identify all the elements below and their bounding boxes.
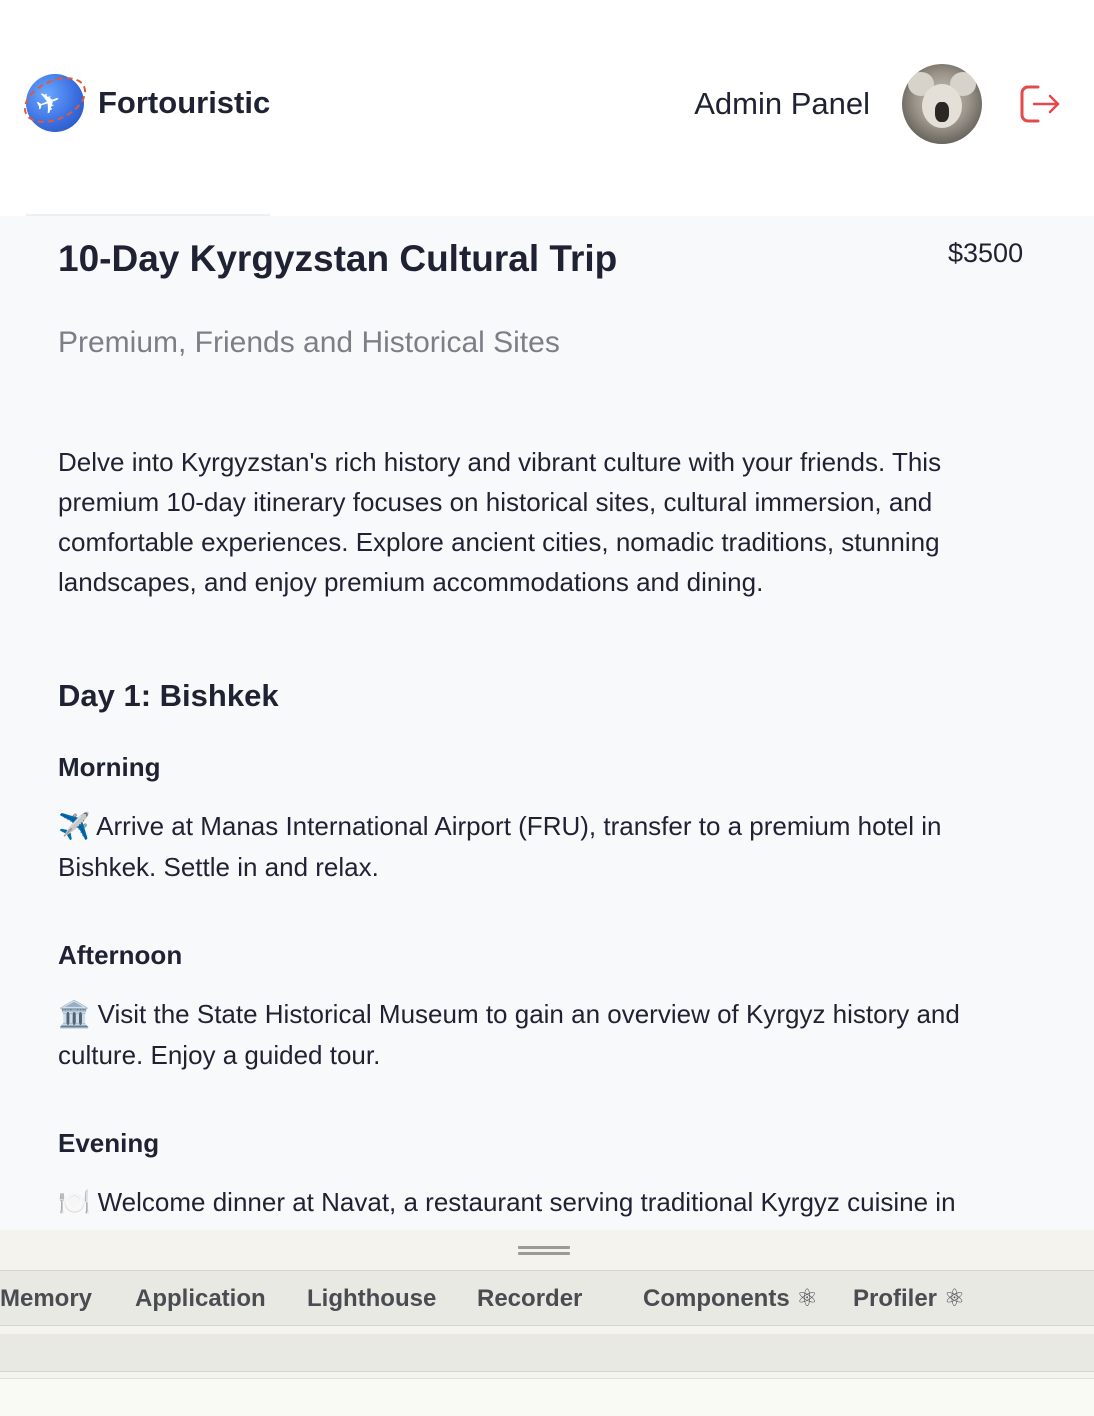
devtools-tab-memory[interactable]: Memory — [0, 1271, 92, 1327]
devtools-tab-components[interactable]: Components ⚛ — [643, 1271, 818, 1327]
header-actions: Admin Panel — [694, 64, 1062, 144]
header: ✈ Fortouristic Admin Panel — [0, 0, 1094, 216]
trip-detail: 10-Day Kyrgyzstan Cultural Trip $3500 Pr… — [0, 216, 1094, 1230]
dinner-plate-icon: 🍽️ — [58, 1188, 91, 1218]
devtools-tab-profiler[interactable]: Profiler ⚛ — [853, 1271, 965, 1327]
admin-panel-link[interactable]: Admin Panel — [694, 86, 870, 122]
airplane-icon: ✈️ — [58, 812, 91, 842]
brand-name: Fortouristic — [98, 85, 271, 120]
devtools-tab-application[interactable]: Application — [135, 1271, 266, 1327]
trip-tags: Premium, Friends and Historical Sites — [58, 326, 560, 359]
slot-label-afternoon: Afternoon — [58, 940, 183, 970]
slot-label-evening: Evening — [58, 1128, 160, 1158]
devtools-tab-recorder[interactable]: Recorder — [477, 1271, 582, 1327]
devtools-panel: Memory Application Lighthouse Recorder C… — [0, 1230, 1094, 1416]
slot-text-afternoon: 🏛️ Visit the State Historical Museum to … — [58, 999, 960, 1070]
slot-label-morning: Morning — [58, 752, 161, 782]
devtools-tabbar: Memory Application Lighthouse Recorder C… — [0, 1270, 1094, 1326]
devtools-tab-lighthouse[interactable]: Lighthouse — [307, 1271, 436, 1327]
brand[interactable]: ✈ Fortouristic — [16, 67, 271, 133]
museum-icon: 🏛️ — [58, 1000, 91, 1030]
avatar[interactable] — [902, 64, 982, 144]
day-title: Day 1: Bishkek — [58, 678, 279, 713]
devtools-toolbar — [0, 1334, 1094, 1372]
globe-plane-icon: ✈ — [16, 67, 94, 133]
slot-text-morning: ✈️ Arrive at Manas International Airport… — [58, 811, 942, 882]
trip-description: Delve into Kyrgyzstan's rich history and… — [58, 447, 942, 597]
slot-text-evening: 🍽️ Welcome dinner at Navat, a restaurant… — [58, 1187, 956, 1218]
trip-price: $3500 — [948, 238, 1024, 268]
trip-title: 10-Day Kyrgyzstan Cultural Trip — [58, 238, 618, 279]
logout-icon[interactable] — [1016, 81, 1062, 127]
devtools-content — [0, 1378, 1094, 1416]
devtools-resize-handle[interactable] — [518, 1246, 570, 1256]
